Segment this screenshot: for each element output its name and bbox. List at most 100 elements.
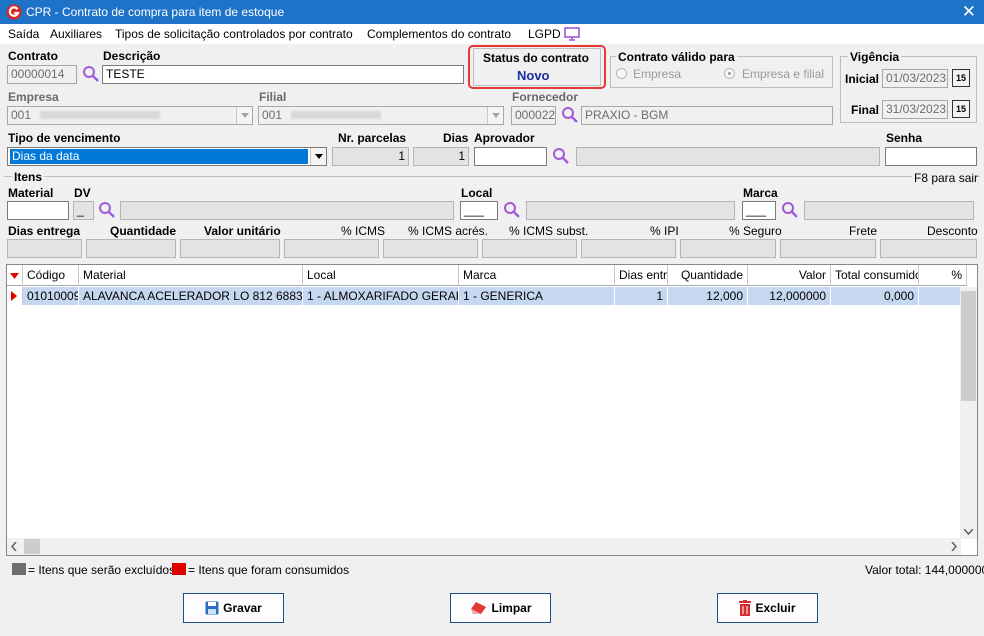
desconto-input[interactable] xyxy=(880,239,977,258)
empresa-label: Empresa xyxy=(8,90,59,104)
dv-input[interactable]: _ xyxy=(73,201,94,220)
menu-auxiliares[interactable]: Auxiliares xyxy=(50,27,102,41)
inicial-input[interactable]: 01/03/2023 xyxy=(882,69,948,88)
search-aprovador-icon[interactable] xyxy=(552,147,570,165)
nr-parcelas-input[interactable]: 1 xyxy=(332,147,409,166)
marca-input[interactable]: ___ xyxy=(742,201,776,220)
cell-quantidade[interactable]: 12,000 xyxy=(668,287,748,305)
local-label: Local xyxy=(461,186,493,200)
dias-entrega-input[interactable] xyxy=(7,239,82,258)
seguro-input[interactable] xyxy=(680,239,776,258)
menu-lgpd[interactable]: LGPD xyxy=(528,27,561,41)
search-fornecedor-icon[interactable] xyxy=(561,106,579,124)
fornecedor-code[interactable]: 000022 xyxy=(511,106,556,125)
col-total-consumido[interactable]: Total consumido xyxy=(831,265,919,286)
cell-dias-entr[interactable]: 1 xyxy=(615,287,668,305)
cell-material[interactable]: ALAVANCA ACELERADOR LO 812 688300... xyxy=(79,287,303,305)
fornecedor-name: PRAXIO - BGM xyxy=(581,106,833,125)
cell-valor[interactable]: 12,000000 xyxy=(748,287,831,305)
hscroll-thumb[interactable] xyxy=(24,539,40,554)
col-marca[interactable]: Marca xyxy=(459,265,615,286)
dias-entrega-label: Dias entrega xyxy=(8,224,81,238)
close-icon[interactable]: ✕ xyxy=(962,2,976,22)
material-input[interactable] xyxy=(7,201,69,220)
radio-empresa-filial[interactable] xyxy=(724,68,735,79)
aprovador-name xyxy=(576,147,880,166)
col-dias-entr[interactable]: Dias entr. xyxy=(615,265,668,286)
chevron-down-icon[interactable] xyxy=(487,107,503,124)
monitor-icon[interactable] xyxy=(564,27,580,41)
scroll-right-icon[interactable] xyxy=(951,542,957,551)
tipo-vencimento-combo[interactable]: Dias da data xyxy=(7,147,327,166)
vertical-scrollbar[interactable] xyxy=(960,287,977,539)
row-indicator[interactable] xyxy=(7,287,23,305)
save-icon xyxy=(205,601,219,615)
scroll-thumb[interactable] xyxy=(961,291,976,401)
limpar-button[interactable]: Limpar xyxy=(450,593,551,623)
aprovador-input[interactable] xyxy=(474,147,547,166)
empresa-combo[interactable]: 001 xyxy=(7,106,253,125)
grid-indicator-header xyxy=(7,265,23,286)
icms-input[interactable] xyxy=(284,239,379,258)
cell-percent[interactable] xyxy=(919,287,965,305)
icms-subst-input[interactable] xyxy=(482,239,577,258)
radio-empresa[interactable] xyxy=(616,68,627,79)
gravar-label: Gravar xyxy=(223,601,262,615)
excluir-button[interactable]: Excluir xyxy=(717,593,818,623)
menu-saida[interactable]: Saída xyxy=(8,27,39,41)
search-contrato-icon[interactable] xyxy=(82,65,100,83)
menu-complementos[interactable]: Complementos do contrato xyxy=(367,27,511,41)
search-marca-icon[interactable] xyxy=(781,201,799,219)
quantidade-input[interactable] xyxy=(86,239,176,258)
chevron-down-icon[interactable] xyxy=(236,107,252,124)
horizontal-scrollbar[interactable] xyxy=(7,538,961,555)
final-label: Final xyxy=(851,103,880,117)
dias-input[interactable]: 1 xyxy=(413,147,469,166)
cell-total-consumido[interactable]: 0,000 xyxy=(831,287,919,305)
legend-consumed-swatch xyxy=(172,563,186,575)
vigencia-label: Vigência xyxy=(848,50,902,64)
col-percent[interactable]: % xyxy=(919,265,967,286)
radio-empresa-label: Empresa xyxy=(633,67,682,81)
items-grid[interactable]: Código Material Local Marca Dias entr. Q… xyxy=(6,264,978,556)
col-codigo[interactable]: Código xyxy=(23,265,79,286)
calendar-final-icon[interactable]: 15 xyxy=(952,100,970,118)
filial-combo[interactable]: 001 xyxy=(258,106,504,125)
cell-codigo[interactable]: 01010009 xyxy=(23,287,79,305)
descricao-label: Descrição xyxy=(103,49,161,63)
frete-input[interactable] xyxy=(780,239,876,258)
tipo-vencimento-value: Dias da data xyxy=(10,149,308,164)
col-quantidade[interactable]: Quantidade xyxy=(668,265,748,286)
calendar-inicial-icon[interactable]: 15 xyxy=(952,69,970,87)
legend-excluded: = Itens que serão excluídos xyxy=(28,563,176,577)
col-local[interactable]: Local xyxy=(303,265,459,286)
senha-input[interactable] xyxy=(885,147,977,166)
title-bar: CPR - Contrato de compra para item de es… xyxy=(0,0,984,24)
icms-acres-input[interactable] xyxy=(383,239,478,258)
cell-local[interactable]: 1 - ALMOXARIFADO GERAL ... xyxy=(303,287,459,305)
marca-name xyxy=(804,201,974,220)
scroll-left-icon[interactable] xyxy=(11,542,17,551)
final-input[interactable]: 31/03/2023 xyxy=(882,100,948,119)
search-material-icon[interactable] xyxy=(98,201,116,219)
material-label: Material xyxy=(8,186,54,200)
cell-marca[interactable]: 1 - GENERICA xyxy=(459,287,615,305)
local-name xyxy=(526,201,735,220)
valor-unitario-input[interactable] xyxy=(180,239,280,258)
search-local-icon[interactable] xyxy=(503,201,521,219)
scroll-down-icon[interactable] xyxy=(964,529,973,535)
contrato-input[interactable]: 00000014 xyxy=(7,65,77,84)
menu-tipos-solicitacao[interactable]: Tipos de solicitação controlados por con… xyxy=(115,27,353,41)
descricao-input[interactable]: TESTE xyxy=(102,65,464,84)
chevron-down-icon[interactable] xyxy=(310,148,326,165)
status-value: Novo xyxy=(517,68,550,83)
col-valor[interactable]: Valor xyxy=(748,265,831,286)
filial-name-redacted xyxy=(291,111,382,119)
window-title: CPR - Contrato de compra para item de es… xyxy=(26,5,285,19)
local-input[interactable]: ___ xyxy=(460,201,498,220)
senha-label: Senha xyxy=(886,131,923,145)
ipi-input[interactable] xyxy=(581,239,676,258)
col-material[interactable]: Material xyxy=(79,265,303,286)
gravar-button[interactable]: Gravar xyxy=(183,593,284,623)
filial-label: Filial xyxy=(259,90,287,104)
